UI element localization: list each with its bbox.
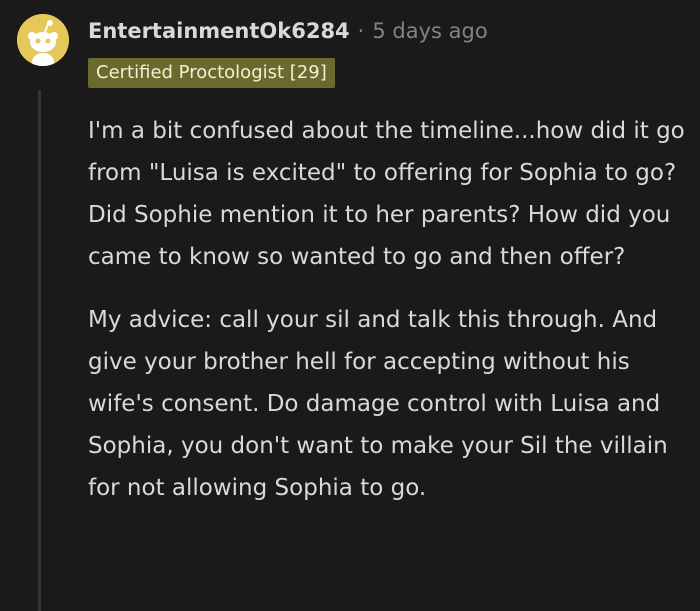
comment: EntertainmentOk6284 · 5 days ago Certifi… <box>0 0 700 611</box>
comment-header: EntertainmentOk6284 · 5 days ago <box>88 14 488 48</box>
comment-body: I'm a bit confused about the timeline...… <box>88 110 688 509</box>
user-flair-badge: Certified Proctologist [29] <box>88 58 335 88</box>
thread-collapse-line[interactable] <box>38 90 41 611</box>
timestamp-link[interactable]: 5 days ago <box>372 19 487 43</box>
meta-separator: · <box>357 19 365 43</box>
comment-paragraph-1: I'm a bit confused about the timeline...… <box>88 118 685 270</box>
comment-paragraph-2: My advice: call your sil and talk this t… <box>88 307 668 501</box>
username-link[interactable]: EntertainmentOk6284 <box>88 19 350 43</box>
snoo-avatar-icon <box>17 14 69 66</box>
user-avatar[interactable] <box>17 14 69 66</box>
